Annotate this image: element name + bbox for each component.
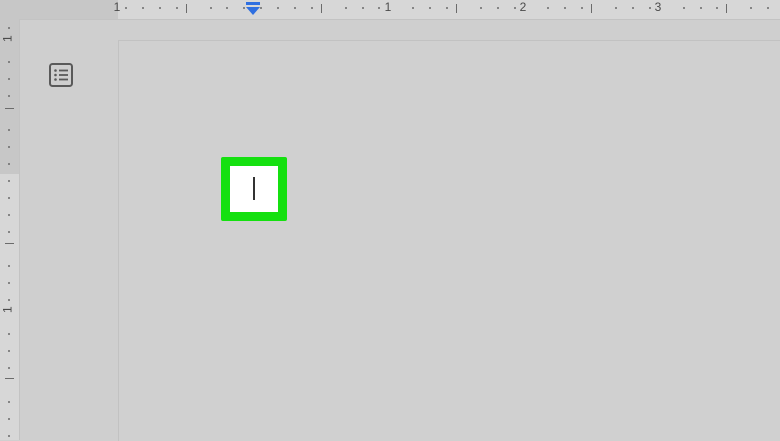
ruler-tick [294,7,296,9]
vertical-ruler-label-top: 1 [0,35,15,42]
vertical-ruler-tick [8,163,10,165]
vertical-ruler-tick [8,333,10,335]
vertical-ruler-tick [8,299,10,301]
vertical-ruler-tick [8,418,10,420]
ruler-tick [632,7,634,9]
horizontal-ruler[interactable]: 1 1 2 3 [0,0,780,20]
vertical-ruler-tick [8,95,10,97]
ruler-label-2: 2 [519,0,527,14]
ruler-tick [700,7,702,9]
vertical-ruler-tick [8,129,10,131]
ruler-tick [750,7,752,9]
ruler-tick-half [186,4,187,13]
vertical-ruler-tick-half [5,108,14,109]
ruler-tick-half [726,4,727,13]
vertical-ruler-tick-half [5,243,14,244]
vertical-ruler-tick-half [5,378,14,379]
vertical-ruler-tick [8,197,10,199]
vertical-ruler-tick [8,180,10,182]
left-margin-shade [0,0,118,19]
document-outline-icon[interactable] [47,61,75,89]
vertical-ruler-label-1: 1 [0,306,15,313]
ruler-tick [480,7,482,9]
vertical-ruler-tick [8,231,10,233]
ruler-label-left-margin: 1 [113,0,121,14]
ruler-tick [581,7,583,9]
first-line-indent-marker[interactable] [244,0,262,16]
vertical-ruler-tick [8,78,10,80]
cursor-insertion-area[interactable] [230,166,278,212]
ruler-tick [345,7,347,9]
ruler-tick [497,7,499,9]
vertical-ruler-tick [8,350,10,352]
ruler-tick-half [456,4,457,13]
vertical-ruler-tick [8,435,10,437]
ruler-tick [649,7,651,9]
ruler-tick [378,7,380,9]
vertical-ruler-tick [8,27,10,29]
ruler-tick [142,7,144,9]
ruler-tick [226,7,228,9]
ruler-tick [429,7,431,9]
ruler-tick [159,7,161,9]
vertical-ruler-tick [8,401,10,403]
ruler-tick [683,7,685,9]
ruler-label-1: 1 [384,0,392,14]
text-cursor [253,177,255,200]
vertical-ruler-tick [8,61,10,63]
ruler-tick [564,7,566,9]
ruler-tick [412,7,414,9]
vertical-ruler-tick [8,367,10,369]
ruler-tick [277,7,279,9]
ruler-tick [311,7,313,9]
vertical-ruler-tick [8,265,10,267]
vertical-ruler-tick [8,146,10,148]
ruler-tick [210,7,212,9]
ruler-tick [176,7,178,9]
vertical-ruler[interactable]: 1 1 [0,19,20,440]
document-page[interactable] [118,40,780,441]
ruler-tick [615,7,617,9]
cursor-highlight-box [221,157,287,221]
ruler-tick-half [591,4,592,13]
ruler-tick [514,7,516,9]
vertical-ruler-tick [8,282,10,284]
ruler-tick [767,7,769,9]
ruler-tick [446,7,448,9]
ruler-tick [547,7,549,9]
ruler-tick-half [321,4,322,13]
ruler-tick [362,7,364,9]
ruler-label-3: 3 [654,0,662,14]
ruler-tick [125,7,127,9]
vertical-ruler-tick [8,214,10,216]
ruler-tick [716,7,718,9]
